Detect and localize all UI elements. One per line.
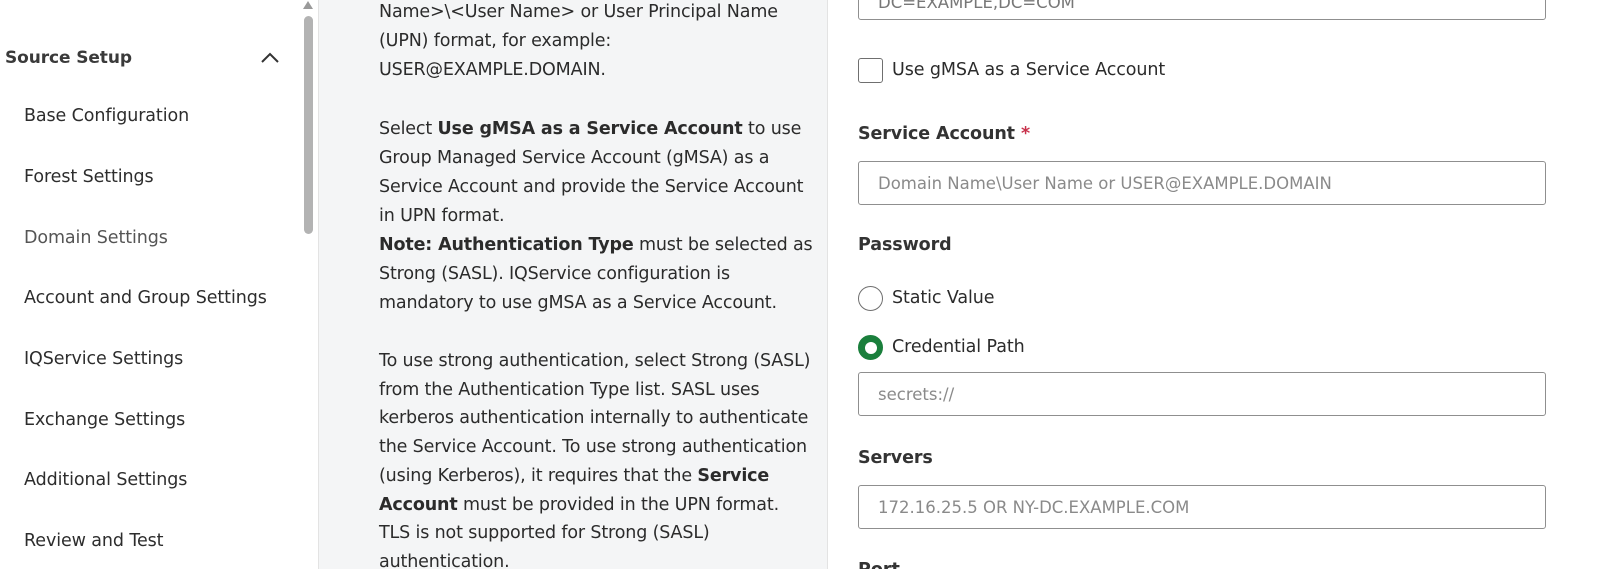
help-text-line: Select Use gMSA as a Service Account to … — [379, 119, 802, 139]
scroll-up-arrow-icon[interactable] — [302, 0, 314, 10]
sidebar-item-iqservice-settings[interactable]: IQService Settings — [24, 349, 183, 369]
form-panel: DC=EXAMPLE,DC=COM Use gMSA as a Service … — [828, 0, 1600, 569]
static-value-label: Static Value — [892, 288, 995, 308]
section-title: Source Setup — [5, 48, 132, 68]
help-text-line: (UPN) format, for example: — [379, 31, 612, 51]
help-text-line: the Service Account. To use strong authe… — [379, 437, 807, 457]
note-bold-term: Note: Authentication Type — [379, 235, 634, 255]
help-text-line: Account must be provided in the UPN form… — [379, 495, 779, 515]
base-dn-value: DC=EXAMPLE,DC=COM — [878, 0, 1075, 12]
use-gmsa-label: Use gMSA as a Service Account — [892, 60, 1166, 80]
service-account-label: Service Account * — [858, 124, 1031, 144]
credential-path-radio[interactable] — [858, 335, 883, 360]
sidebar-item-review-and-test[interactable]: Review and Test — [24, 531, 164, 551]
help-text-line: USER@EXAMPLE.DOMAIN. — [379, 60, 606, 80]
help-text-line: authentication. — [379, 552, 510, 569]
sidebar-item-additional-settings[interactable]: Additional Settings — [24, 470, 187, 490]
scrollbar-thumb[interactable] — [304, 16, 313, 234]
sidebar-scrollbar[interactable] — [301, 0, 315, 569]
help-text-line: TLS is not supported for Strong (SASL) — [379, 523, 710, 543]
help-panel: Name>\<User Name> or User Principal Name… — [318, 0, 828, 569]
help-text-line: mandatory to use gMSA as a Service Accou… — [379, 293, 777, 313]
credential-path-label: Credential Path — [892, 337, 1025, 357]
help-text-line: Group Managed Service Account (gMSA) as … — [379, 148, 770, 168]
help-text-line: To use strong authentication, select Str… — [379, 351, 811, 371]
use-gmsa-checkbox[interactable] — [858, 58, 883, 83]
sidebar-item-account-and-group-settings[interactable]: Account and Group Settings — [24, 288, 267, 308]
help-text-line: Note: Authentication Type must be select… — [379, 235, 813, 255]
static-value-radio[interactable] — [858, 286, 883, 311]
base-dn-input[interactable]: DC=EXAMPLE,DC=COM — [858, 0, 1546, 20]
port-label: Port — [858, 560, 900, 569]
servers-label: Servers — [858, 448, 933, 468]
source-setup-section-toggle[interactable]: Source Setup — [5, 44, 285, 72]
credential-path-input[interactable] — [858, 372, 1546, 416]
servers-input[interactable] — [858, 485, 1546, 529]
sidebar: Source Setup Base Configuration Forest S… — [0, 0, 318, 569]
sidebar-item-base-configuration[interactable]: Base Configuration — [24, 106, 189, 126]
help-text-line: Name>\<User Name> or User Principal Name — [379, 2, 778, 22]
help-text-line: Service Account and provide the Service … — [379, 177, 804, 197]
help-text-line: kerberos authentication internally to au… — [379, 408, 809, 428]
help-text-line: Strong (SASL). IQService configuration i… — [379, 264, 730, 284]
sidebar-item-exchange-settings[interactable]: Exchange Settings — [24, 410, 185, 430]
service-account-input[interactable] — [858, 161, 1546, 205]
gmsa-bold-term: Use gMSA as a Service Account — [437, 119, 743, 139]
required-marker: * — [1020, 124, 1031, 144]
sidebar-item-forest-settings[interactable]: Forest Settings — [24, 167, 154, 187]
help-text-line: from the Authentication Type list. SASL … — [379, 380, 760, 400]
sidebar-item-domain-settings[interactable]: Domain Settings — [24, 228, 168, 248]
help-text-line: (using Kerberos), it requires that the S… — [379, 466, 770, 486]
chevron-up-icon — [261, 52, 279, 63]
help-text-line: in UPN format. — [379, 206, 505, 226]
password-label: Password — [858, 235, 952, 255]
